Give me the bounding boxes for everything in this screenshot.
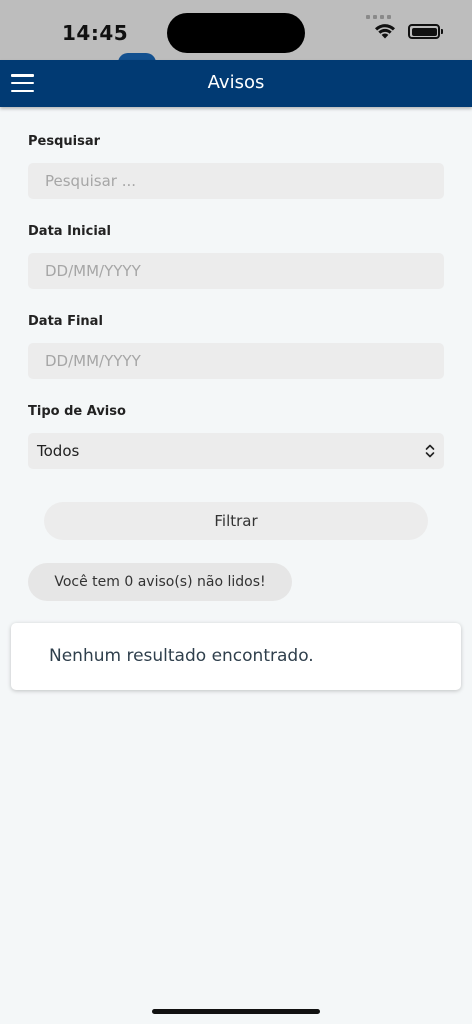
battery-icon bbox=[408, 24, 443, 39]
status-time: 14:45 bbox=[62, 21, 129, 45]
home-indicator[interactable] bbox=[152, 1009, 320, 1014]
start-date-input[interactable] bbox=[28, 253, 444, 289]
start-date-label: Data Inicial bbox=[28, 224, 112, 239]
search-label: Pesquisar bbox=[28, 134, 101, 149]
status-bar: 14:45 bbox=[0, 0, 472, 60]
results-card: Nenhum resultado encontrado. bbox=[11, 623, 461, 690]
end-date-input[interactable] bbox=[28, 343, 444, 379]
filter-button[interactable]: Filtrar bbox=[44, 502, 428, 540]
dynamic-island bbox=[167, 13, 305, 53]
wifi-icon bbox=[375, 24, 395, 39]
notice-type-select[interactable]: Todos bbox=[28, 433, 444, 469]
search-input[interactable] bbox=[28, 163, 444, 199]
select-chevrons-icon bbox=[425, 444, 435, 458]
end-date-label: Data Final bbox=[28, 314, 103, 329]
page-title: Avisos bbox=[207, 72, 265, 93]
cellular-signal-icon bbox=[366, 13, 392, 19]
notice-type-selected-value: Todos bbox=[37, 442, 80, 460]
empty-results-message: Nenhum resultado encontrado. bbox=[49, 646, 314, 666]
notice-type-label: Tipo de Aviso bbox=[28, 404, 126, 419]
unread-count-badge: Você tem 0 aviso(s) não lidos! bbox=[28, 563, 292, 601]
